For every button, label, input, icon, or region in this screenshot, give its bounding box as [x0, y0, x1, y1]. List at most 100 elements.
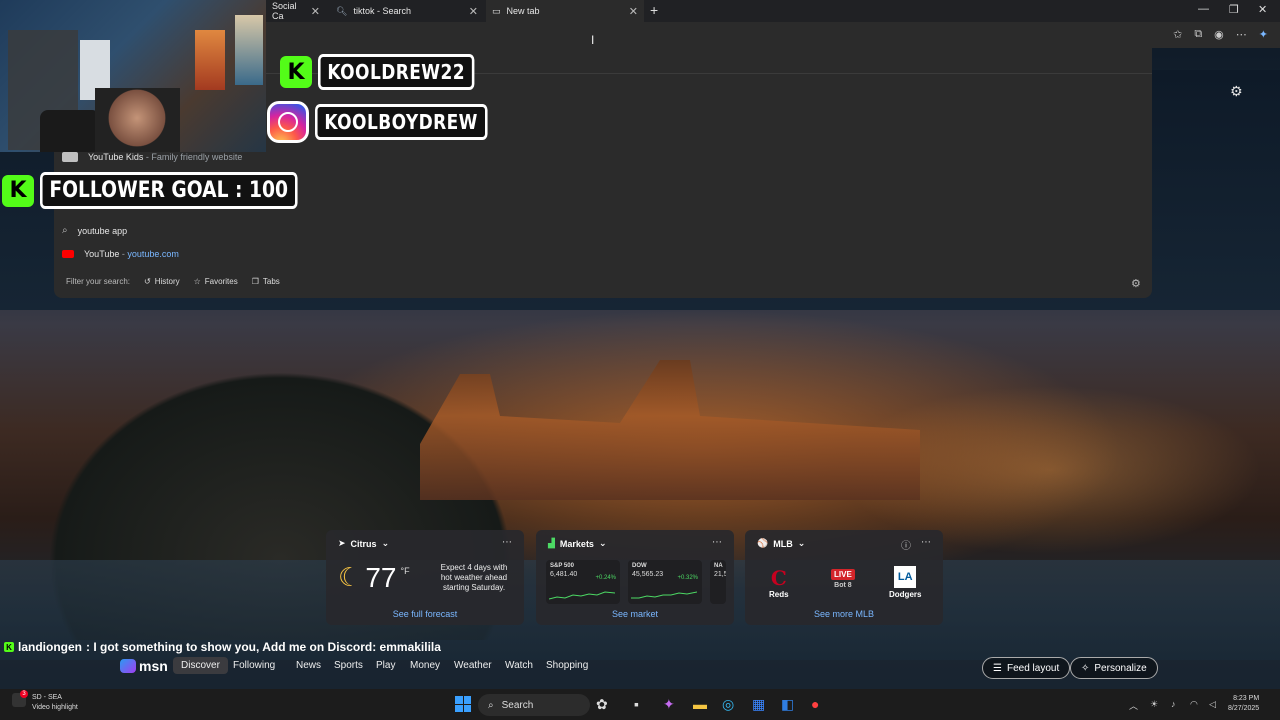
markets-widget[interactable]: ▟ Markets ⌄ ⋯ S&P 500 6,481.40 +0.24% DO…: [536, 530, 734, 625]
nav-weather[interactable]: Weather: [454, 660, 492, 671]
instagram-handle-badge: KOOLBOYDREW: [267, 101, 518, 143]
msn-nav-bar: msn Discover Following News Sports Play …: [0, 655, 1280, 683]
mlb-widget[interactable]: ⚾ MLB ⌄ ⓘ ⋯ C Reds LIVE Bot 8 LA Dodgers…: [745, 530, 943, 625]
widgets-icon[interactable]: ✿: [596, 696, 608, 713]
address-bar[interactable]: [266, 22, 1280, 48]
reds-logo-icon: C: [770, 566, 787, 590]
filter-favorites[interactable]: ☆ Favorites: [194, 277, 238, 286]
weather-widget[interactable]: ➤ Citrus ⌄ ⋯ ☾ 77 °F Expect 4 days with …: [326, 530, 524, 625]
collections-icon[interactable]: ⧉: [1194, 28, 1202, 41]
market-dow[interactable]: DOW 45,565.23 +0.32%: [628, 560, 702, 604]
kick-icon: K: [2, 174, 34, 207]
close-icon[interactable]: ✕: [629, 5, 638, 18]
copilot-taskbar-icon[interactable]: ✦: [663, 696, 675, 713]
nav-play[interactable]: Play: [376, 660, 395, 671]
task-view-icon[interactable]: ▪: [634, 696, 639, 712]
wifi-icon[interactable]: ◠: [1190, 699, 1198, 710]
webcam-chair: [40, 110, 100, 152]
msn-logo[interactable]: msn: [120, 658, 168, 674]
taskbar-search[interactable]: ⌕ Search: [478, 694, 590, 716]
nav-shopping[interactable]: Shopping: [546, 660, 588, 671]
kick-icon: K: [280, 56, 312, 88]
more-icon[interactable]: ⋯: [1236, 28, 1247, 41]
kick-handle: KOOLDREW22: [318, 54, 475, 90]
nav-following[interactable]: Following: [233, 660, 275, 671]
store-icon[interactable]: ▦: [752, 696, 765, 713]
inning: Bot 8: [834, 582, 852, 589]
nav-money[interactable]: Money: [410, 660, 440, 671]
tray-chevron-up-icon[interactable]: ︿: [1129, 699, 1138, 712]
new-tab-button[interactable]: +: [650, 2, 658, 18]
close-icon[interactable]: ✕: [469, 5, 478, 18]
personalize-button[interactable]: ✧ Personalize: [1070, 657, 1158, 679]
dropdown-settings-gear-icon[interactable]: ⚙: [1131, 277, 1141, 290]
page-settings-gear-icon[interactable]: ⚙: [1230, 83, 1243, 100]
tab-social[interactable]: Social Ca ✕: [266, 0, 326, 22]
search-icon: 🔍︎: [336, 5, 348, 16]
taskbar-clock[interactable]: 8:23 PM 8/27/2025: [1228, 694, 1259, 714]
more-options-icon[interactable]: ⋯: [712, 537, 722, 548]
chat-user: landiongen: [18, 640, 82, 654]
sparkline-chart: [631, 591, 697, 599]
suggestion-title: YouTube Kids: [88, 152, 144, 162]
edge-icon[interactable]: ◎: [722, 696, 734, 713]
close-window-icon[interactable]: ✕: [1258, 3, 1267, 16]
close-icon[interactable]: ✕: [311, 5, 320, 18]
app-icon[interactable]: ●: [811, 696, 819, 712]
tab-title: New tab: [506, 6, 540, 16]
microphone-icon[interactable]: ♪: [1171, 699, 1176, 709]
filter-tabs[interactable]: ❐ Tabs: [252, 277, 280, 286]
nav-news[interactable]: News: [296, 660, 321, 671]
market-sp500[interactable]: S&P 500 6,481.40 +0.24%: [546, 560, 620, 604]
nav-discover[interactable]: Discover: [173, 657, 228, 674]
volume-icon[interactable]: ◁: [1209, 699, 1216, 710]
info-icon[interactable]: ⓘ: [901, 537, 911, 552]
more-options-icon[interactable]: ⋯: [921, 537, 931, 548]
feed-layout-button[interactable]: ☰ Feed layout: [982, 657, 1071, 679]
webcam-poster: [235, 15, 263, 85]
stream-chat-message: K landiongen : I got something to show y…: [4, 640, 441, 654]
file-explorer-icon[interactable]: ▬: [693, 696, 707, 712]
tab-tiktok-search[interactable]: 🔍︎ tiktok - Search ✕: [330, 0, 484, 22]
suggestion-youtube[interactable]: YouTube - youtube.com: [62, 249, 179, 259]
mlb-title: MLB: [773, 538, 793, 549]
team-dodgers[interactable]: LA Dodgers: [889, 566, 921, 599]
kick-icon: K: [4, 642, 14, 652]
outlook-icon[interactable]: ◧: [781, 696, 794, 713]
more-options-icon[interactable]: ⋯: [502, 537, 512, 548]
team-reds[interactable]: C Reds: [769, 566, 789, 599]
mlb-header[interactable]: ⚾ MLB ⌄: [757, 538, 805, 549]
taskbar-notification[interactable]: 3 SD - SEA Video highlight: [12, 690, 78, 713]
market-nasdaq[interactable]: NA 21,5: [710, 560, 726, 604]
history-icon: ↺: [144, 277, 151, 286]
suggestion-detail: youtube.com: [127, 249, 179, 259]
markets-title: Markets: [559, 538, 594, 549]
filter-history[interactable]: ↺ History: [144, 277, 180, 286]
chat-text: : I got something to show you, Add me on…: [86, 640, 441, 654]
see-full-forecast-link[interactable]: See full forecast: [326, 609, 524, 619]
chevron-down-icon: ⌄: [598, 538, 607, 548]
tray-weather-icon[interactable]: ☀: [1150, 699, 1158, 710]
see-market-link[interactable]: See market: [536, 609, 734, 619]
minimize-icon[interactable]: —: [1198, 3, 1209, 15]
weather-forecast[interactable]: Expect 4 days with hot weather ahead sta…: [434, 563, 514, 593]
weather-header[interactable]: ➤ Citrus ⌄: [338, 538, 389, 549]
live-badge: LIVE: [831, 569, 855, 580]
markets-header[interactable]: ▟ Markets ⌄: [548, 538, 607, 549]
copilot-icon[interactable]: ✦: [1259, 28, 1268, 41]
tabs-icon: ❐: [251, 277, 259, 286]
nav-sports[interactable]: Sports: [334, 660, 363, 671]
suggestion-youtube-kids[interactable]: YouTube Kids - Family friendly website: [62, 152, 242, 162]
instagram-icon: [267, 101, 309, 143]
windows-start-icon[interactable]: [455, 696, 471, 712]
suggestion-youtube-app[interactable]: ⌕ youtube app: [62, 225, 127, 236]
tab-new-tab[interactable]: ▭ New tab ✕: [486, 0, 644, 22]
tab-title: tiktok - Search: [353, 6, 411, 16]
favorites-icon[interactable]: ✩: [1173, 28, 1182, 41]
nav-watch[interactable]: Watch: [505, 660, 533, 671]
webcam-poster: [195, 30, 225, 90]
see-more-mlb-link[interactable]: See more MLB: [745, 609, 943, 619]
restore-icon[interactable]: ❐: [1229, 3, 1239, 16]
notification-app-icon: 3: [12, 690, 28, 707]
profile-icon[interactable]: ◉: [1214, 28, 1224, 41]
